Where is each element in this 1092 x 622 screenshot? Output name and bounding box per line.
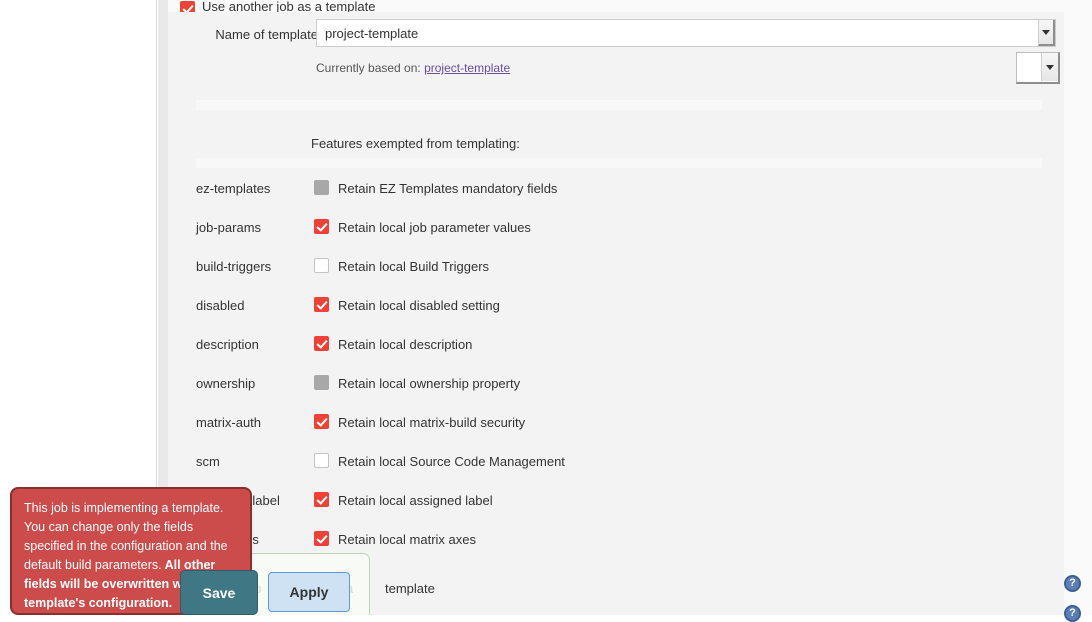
apply-button[interactable]: Apply: [268, 572, 350, 612]
feature-label: Retain local job parameter values: [338, 220, 531, 235]
feature-label: Retain EZ Templates mandatory fields: [338, 181, 558, 196]
secondary-dropdown[interactable]: [1016, 52, 1060, 84]
save-button[interactable]: Save: [180, 570, 258, 615]
feature-key-label: build-triggers: [196, 259, 272, 274]
name-of-template-row: Name of template: [168, 12, 1064, 56]
features-heading-row: Features exempted from templating:: [168, 112, 1064, 156]
feature-key-label: description: [196, 337, 259, 352]
currently-based-on-text: Currently based on: project-template: [316, 61, 510, 75]
feature-label: Retain local disabled setting: [338, 298, 500, 313]
currently-based-on-link[interactable]: project-template: [424, 61, 510, 75]
feature-checkbox-scm[interactable]: [314, 453, 329, 468]
tooltip-line-3: specified in the configuration and the: [24, 539, 228, 553]
feature-checkbox-matrix-axis[interactable]: [314, 531, 329, 546]
tooltip-line-2: You can change only the fields: [24, 520, 194, 534]
feature-checkbox-build-triggers[interactable]: [314, 258, 329, 273]
feature-label: Retain local assigned label: [338, 493, 493, 508]
use-another-job-as-template-row[interactable]: Use another job as a template: [168, 0, 1064, 17]
feature-checkbox-ez-templates: [314, 180, 329, 195]
feature-row[interactable]: description Retain local description: [168, 326, 1064, 365]
currently-based-on-row: Currently based on: project-template: [168, 52, 1064, 84]
name-of-template-label: Name of template: [215, 27, 318, 42]
secondary-dropdown-button[interactable]: [1041, 53, 1058, 81]
chevron-down-icon: [1046, 65, 1054, 70]
trailing-template-text: template: [385, 581, 435, 596]
tooltip-line-4-normal: default build parameters.: [24, 558, 162, 572]
config-form-panel: Use another job as a template Name of te…: [168, 0, 1092, 615]
feature-checkbox-matrix-auth[interactable]: [314, 414, 329, 429]
feature-row[interactable]: matrix-auth Retain local matrix-build sec…: [168, 404, 1064, 443]
chevron-down-icon: [1042, 30, 1050, 35]
separator-band-1: [196, 100, 1042, 110]
name-of-template-input-wrap[interactable]: [316, 19, 1056, 47]
feature-label: Retain local description: [338, 337, 473, 352]
feature-label: Retain local matrix-build security: [338, 415, 526, 430]
feature-checkbox-assigned-label[interactable]: [314, 492, 329, 507]
feature-label: Retain local ownership property: [338, 376, 521, 391]
name-of-template-input[interactable]: [316, 19, 1056, 47]
feature-row[interactable]: job-params Retain local job parameter val…: [168, 209, 1064, 248]
feature-key-label: job-params: [196, 220, 262, 235]
feature-checkbox-disabled[interactable]: [314, 297, 329, 312]
feature-label: Retain local matrix axes: [338, 532, 476, 547]
feature-row[interactable]: scm Retain local Source Code Management: [168, 443, 1064, 482]
feature-row[interactable]: disabled Retain local disabled setting: [168, 287, 1064, 326]
features-heading: Features exempted from templating:: [311, 136, 520, 151]
help-icon[interactable]: ?: [1064, 605, 1081, 622]
feature-row[interactable]: assigned-labelRetain local assigned labe…: [168, 482, 1064, 521]
feature-row[interactable]: ownership Retain local ownership property: [168, 365, 1064, 404]
feature-label: Retain local Source Code Management: [338, 454, 565, 469]
feature-key-label: disabled: [196, 298, 245, 313]
feature-row[interactable]: ez-templates Retain EZ Templates mandator…: [168, 170, 1064, 209]
feature-key-label: ez-templates: [196, 181, 271, 196]
feature-label: Retain local Build Triggers: [338, 259, 490, 274]
name-of-template-dropdown-button[interactable]: [1038, 20, 1055, 46]
currently-based-on-prefix: Currently based on:: [316, 61, 421, 75]
feature-checkbox-job-params[interactable]: [314, 219, 329, 234]
feature-checkbox-description[interactable]: [314, 336, 329, 351]
feature-key-label: matrix-auth: [196, 415, 262, 430]
separator-band-3: [196, 158, 1042, 168]
help-icon[interactable]: ?: [1064, 575, 1081, 592]
feature-row[interactable]: build-triggers Retain local Build Trigger…: [168, 248, 1064, 287]
feature-key-label: ownership: [196, 376, 256, 391]
feature-checkbox-ownership: [314, 375, 329, 390]
tooltip-line-1: This job is implementing a template.: [24, 501, 224, 515]
feature-key-label: scm: [196, 454, 220, 469]
